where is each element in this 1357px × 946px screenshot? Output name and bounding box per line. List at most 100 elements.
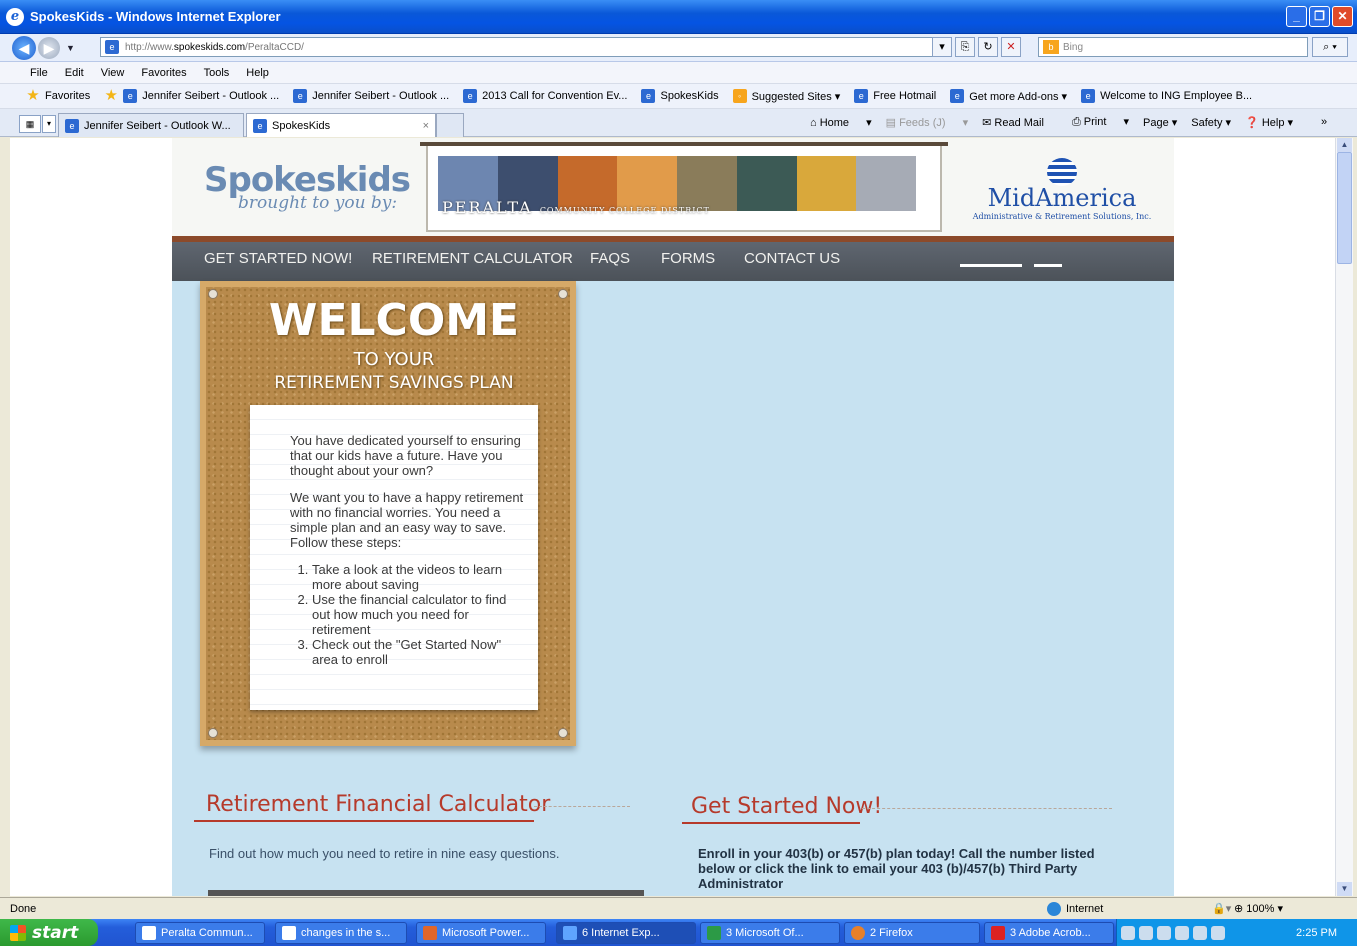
- fav-item[interactable]: e Welcome to ING Employee B...: [1081, 89, 1252, 103]
- nav-forms[interactable]: FORMS: [661, 250, 715, 267]
- fav-item[interactable]: e 2013 Call for Convention Ev...: [463, 89, 627, 103]
- taskbar-adobe-acrobat[interactable]: 3 Adobe Acrob...: [984, 922, 1114, 944]
- read-mail-button[interactable]: ✉ Read Mail: [982, 116, 1058, 129]
- taskbar-label: 3 Adobe Acrob...: [1010, 927, 1091, 939]
- fav-label: Free Hotmail: [873, 90, 937, 102]
- system-clock[interactable]: 2:25 PM: [1296, 927, 1337, 939]
- tab-spokeskids[interactable]: e SpokesKids ×: [246, 113, 436, 137]
- feeds-label: Feeds (J): [899, 116, 946, 129]
- tray-icon[interactable]: [1193, 925, 1207, 940]
- zoom-control[interactable]: ⊕ 100% ▾: [1234, 902, 1283, 915]
- menu-view[interactable]: View: [101, 67, 125, 79]
- more-tools-icon[interactable]: »: [1321, 116, 1327, 128]
- safety-menu[interactable]: Safety ▾: [1191, 116, 1231, 129]
- address-dropdown-icon[interactable]: ▾: [932, 37, 952, 57]
- feeds-button[interactable]: ▤ Feeds (J) ▾: [886, 116, 969, 129]
- taskbar-powerpoint[interactable]: Microsoft Power...: [416, 922, 546, 944]
- tray-icon[interactable]: [1139, 925, 1153, 940]
- search-button[interactable]: ⌕ ▾: [1312, 37, 1348, 57]
- tab-label: Jennifer Seibert - Outlook W...: [84, 119, 231, 132]
- ie-page-icon: e: [293, 89, 308, 103]
- refresh-icon[interactable]: ↻: [978, 37, 998, 57]
- taskbar: start Peralta Commun... changes in the s…: [0, 919, 1357, 946]
- menu-edit[interactable]: Edit: [65, 67, 84, 79]
- taskbar-word-peralta[interactable]: Peralta Commun...: [135, 922, 265, 944]
- menu-help[interactable]: Help: [246, 67, 269, 79]
- fav-item[interactable]: ★ e Jennifer Seibert - Outlook ...: [104, 88, 279, 103]
- menu-tools[interactable]: Tools: [204, 67, 230, 79]
- banner-text: PERALTA COMMUNITY COLLEGE DISTRICT: [442, 198, 710, 217]
- read-mail-label: Read Mail: [994, 116, 1044, 129]
- close-button[interactable]: ✕: [1332, 6, 1353, 27]
- favorites-bar: ★ Favorites ★ e Jennifer Seibert - Outlook …: [0, 84, 1357, 109]
- taskbar-internet-explorer[interactable]: 6 Internet Exp...: [556, 922, 696, 944]
- welcome-corkboard: WELCOME TO YOUR RETIREMENT SAVINGS PLAN …: [200, 281, 576, 746]
- taskbar-label: 2 Firefox: [870, 927, 913, 939]
- home-button[interactable]: ⌂ Home ▾: [810, 116, 872, 129]
- tab-outlook[interactable]: e Jennifer Seibert - Outlook W...: [58, 113, 244, 137]
- site-nav: GET STARTED NOW! RETIREMENT CALCULATOR F…: [172, 236, 1174, 281]
- nav-retirement-calculator[interactable]: RETIREMENT CALCULATOR: [372, 250, 573, 267]
- get-started-heading[interactable]: Get Started Now!: [691, 794, 882, 819]
- page-menu[interactable]: Page ▾: [1143, 116, 1177, 129]
- security-zone[interactable]: Internet: [1047, 901, 1103, 916]
- tab-close-icon[interactable]: ×: [415, 120, 429, 132]
- protected-mode-icon[interactable]: 🔒▾: [1212, 902, 1231, 915]
- tray-icon[interactable]: [1157, 925, 1171, 940]
- print-button[interactable]: ⎙ Print ▾: [1072, 115, 1129, 129]
- vertical-scrollbar[interactable]: ▲ ▼: [1335, 138, 1353, 896]
- start-button[interactable]: start: [0, 919, 98, 946]
- partner-sub: Administrative & Retirement Solutions, I…: [972, 212, 1152, 221]
- word-icon: [142, 926, 156, 940]
- tray-icon[interactable]: [1121, 925, 1135, 940]
- help-menu[interactable]: ❓ Help ▾: [1245, 116, 1307, 129]
- welcome-title: WELCOME: [268, 295, 520, 346]
- fav-item[interactable]: e Get more Add-ons ▾: [950, 89, 1067, 103]
- menu-favorites[interactable]: Favorites: [141, 67, 186, 79]
- partner-name: MidAmerica: [987, 184, 1137, 212]
- compatibility-icon[interactable]: ⎘: [955, 37, 975, 57]
- address-bar[interactable]: e http://www. spokeskids.com/PeraltaCCD/: [100, 37, 945, 57]
- nav-get-started[interactable]: GET STARTED NOW!: [204, 250, 352, 267]
- search-input[interactable]: b Bing: [1038, 37, 1308, 57]
- stop-icon[interactable]: ✕: [1001, 37, 1021, 57]
- taskbar-label: 6 Internet Exp...: [582, 927, 660, 939]
- scroll-down-icon[interactable]: ▼: [1337, 882, 1352, 896]
- page-icon: e: [105, 40, 119, 54]
- restore-button[interactable]: ❐: [1309, 6, 1330, 27]
- favorites-button[interactable]: ★ Favorites: [26, 88, 91, 103]
- powerpoint-icon: [423, 926, 437, 940]
- favorites-label: Favorites: [45, 90, 91, 102]
- tray-icon[interactable]: [1211, 925, 1225, 940]
- menu-file[interactable]: File: [30, 67, 48, 79]
- calculator-panel-edge: [208, 890, 644, 896]
- scroll-up-icon[interactable]: ▲: [1337, 138, 1352, 152]
- history-dropdown-icon[interactable]: ▼: [66, 43, 75, 53]
- minimize-button[interactable]: _: [1286, 6, 1307, 27]
- calculator-heading[interactable]: Retirement Financial Calculator: [206, 792, 550, 817]
- quick-tabs-icon[interactable]: ▦: [19, 115, 41, 133]
- tray-icon[interactable]: [1175, 925, 1189, 940]
- nav-decoration: [1034, 264, 1062, 267]
- banner-rod: [420, 142, 948, 146]
- fav-label: Suggested Sites ▾: [751, 90, 841, 103]
- tab-list-icon[interactable]: ▾: [42, 115, 56, 133]
- window-title: SpokesKids - Windows Internet Explorer: [30, 9, 281, 24]
- back-button[interactable]: ◀: [12, 35, 36, 60]
- excel-icon: [707, 926, 721, 940]
- fav-item[interactable]: e Jennifer Seibert - Outlook ...: [293, 89, 449, 103]
- taskbar-word-changes[interactable]: changes in the s...: [275, 922, 407, 944]
- scroll-thumb[interactable]: [1337, 152, 1352, 264]
- forward-button[interactable]: ▶: [38, 36, 60, 59]
- new-tab-button[interactable]: [436, 113, 464, 137]
- windows-flag-icon: [10, 924, 26, 941]
- nav-faqs[interactable]: FAQS: [590, 250, 630, 267]
- fav-item[interactable]: e SpokesKids: [641, 89, 719, 103]
- nav-contact-us[interactable]: CONTACT US: [744, 250, 840, 267]
- fav-item[interactable]: ◦ Suggested Sites ▾: [732, 89, 841, 103]
- taskbar-microsoft-office[interactable]: 3 Microsoft Of...: [700, 922, 840, 944]
- taskbar-firefox[interactable]: 2 Firefox: [844, 922, 980, 944]
- fav-item[interactable]: e Free Hotmail: [854, 89, 936, 103]
- status-text: Done: [10, 902, 37, 915]
- midamerica-logo[interactable]: MidAmerica Administrative & Retirement S…: [962, 158, 1162, 221]
